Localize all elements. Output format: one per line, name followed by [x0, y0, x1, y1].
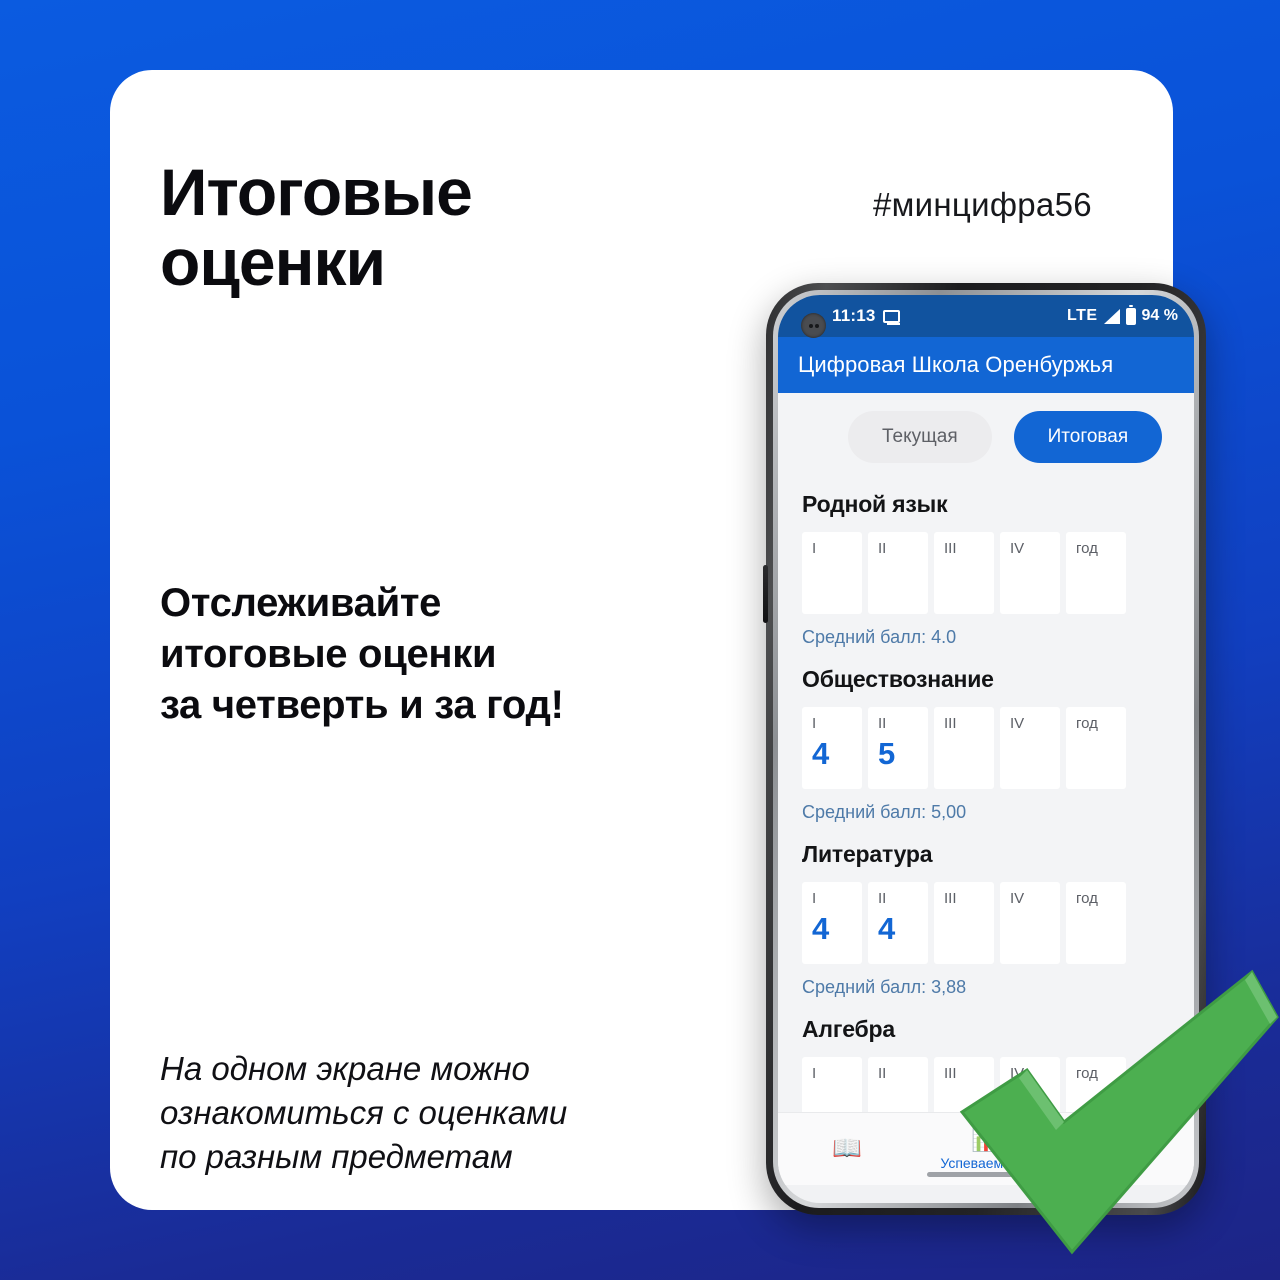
nav-item-profile[interactable]: 👤 [1055, 1137, 1194, 1161]
grade-row: I II III IV год [802, 532, 1194, 614]
average-score-label: Средний балл: 3,88 [802, 977, 967, 997]
grade-cell[interactable]: IV [1000, 882, 1060, 964]
grade-period-label: II [878, 1065, 887, 1082]
footnote-caption: На одном экране можно ознакомиться с оце… [160, 1050, 568, 1175]
signal-bars-icon [1103, 308, 1120, 324]
person-icon: 👤 [1109, 1135, 1140, 1162]
chart-icon: 📊 [971, 1125, 1001, 1153]
grade-value: 4 [812, 736, 830, 771]
grade-row: I 4 II 4 III IV год [802, 882, 1194, 964]
grade-period-label: IV [1010, 1065, 1025, 1082]
grade-cell[interactable]: III [934, 707, 994, 789]
grade-period-label: IV [1010, 890, 1025, 907]
status-time: 11:13 [832, 306, 876, 325]
grade-row: I 4 II 5 III IV год [802, 707, 1194, 789]
grade-period-label: год [1076, 890, 1098, 907]
nav-item-performance[interactable]: 📊 Успеваемость [917, 1125, 1056, 1171]
grade-cell[interactable]: I [802, 532, 862, 614]
grade-period-label: III [944, 890, 957, 907]
grade-cell[interactable]: II [868, 532, 928, 614]
phone-side-button[interactable] [763, 565, 768, 623]
average-score-label: Средний балл: 5,00 [802, 802, 967, 822]
battery-icon [1125, 304, 1136, 325]
grade-mode-tabs: Текущая Итоговая [778, 393, 1194, 473]
grade-cell[interactable]: IV [1000, 707, 1060, 789]
subject-name: Литература [802, 841, 933, 867]
grade-period-label: II [878, 890, 887, 907]
tab-current[interactable]: Текущая [848, 411, 992, 463]
grade-cell[interactable]: IV [1000, 532, 1060, 614]
body-copy: Отслеживайте итоговые оценки за четверть… [160, 581, 564, 727]
grade-period-label: III [944, 1065, 957, 1082]
grade-period-label: II [878, 540, 887, 557]
battery-percent-label: 94 % [1141, 307, 1178, 324]
grade-period-label: II [878, 715, 887, 732]
subject-name: Алгебра [802, 1016, 895, 1042]
book-icon: 📖 [832, 1135, 863, 1162]
grade-cell[interactable]: II 5 [868, 707, 928, 789]
network-type-label: LTE [1067, 307, 1098, 324]
phone-screen: 11:13 LTE 94 % Цифровая Школа Оренбуржья… [778, 295, 1194, 1203]
grade-period-label: I [812, 890, 817, 907]
average-score-label: Средний балл: 4.0 [802, 627, 957, 647]
grade-cell[interactable]: III [934, 882, 994, 964]
grade-cell[interactable]: II 4 [868, 882, 928, 964]
subject-block: Литература I 4 II 4 III IV год Средний б… [778, 841, 1194, 998]
status-bar: 11:13 LTE 94 % [778, 295, 1194, 338]
subject-block: Родной язык I II III IV год Средний балл… [778, 491, 1194, 648]
subject-name: Обществознание [802, 666, 994, 692]
grade-period-label: IV [1010, 715, 1025, 732]
front-camera-icon [801, 313, 826, 338]
home-indicator[interactable] [927, 1172, 1045, 1177]
hashtag-label: #минцифра56 [873, 186, 1092, 223]
app-content[interactable]: Текущая Итоговая Родной язык I II III IV… [778, 393, 1194, 1185]
grade-period-label: III [944, 540, 957, 557]
app-bar-title: Цифровая Школа Оренбуржья [798, 352, 1114, 377]
grade-cell[interactable]: III [934, 532, 994, 614]
poster-canvas: Итоговые оценки #минцифра56 Отслеживайте… [0, 0, 1280, 1280]
screen-cast-icon [882, 309, 900, 325]
grade-period-label: год [1076, 1065, 1098, 1082]
grade-period-label: I [812, 1065, 817, 1082]
grade-cell-year[interactable]: год [1066, 882, 1126, 964]
status-bar-right: LTE 94 % [1067, 304, 1178, 325]
grade-value: 4 [878, 911, 896, 946]
nav-item-diary[interactable]: 📖 [778, 1137, 917, 1161]
nav-item-label: Успеваемость [940, 1154, 1032, 1171]
grade-cell[interactable]: I 4 [802, 707, 862, 789]
grade-period-label: III [944, 715, 957, 732]
page-title: Итоговые оценки [160, 155, 473, 299]
app-bar: Цифровая Школа Оренбуржья [778, 337, 1194, 393]
subject-block: Обществознание I 4 II 5 III IV год Средн… [778, 666, 1194, 823]
grade-period-label: IV [1010, 540, 1025, 557]
subject-name: Родной язык [802, 491, 948, 517]
grade-period-label: год [1076, 540, 1098, 557]
phone-mockup: 11:13 LTE 94 % Цифровая Школа Оренбуржья… [763, 283, 1206, 1215]
grade-period-label: I [812, 540, 817, 557]
grade-cell-year[interactable]: год [1066, 532, 1126, 614]
grade-value: 4 [812, 911, 830, 946]
tab-final[interactable]: Итоговая [1013, 411, 1163, 463]
grade-period-label: I [812, 715, 817, 732]
grade-period-label: год [1076, 715, 1098, 732]
grade-cell[interactable]: I 4 [802, 882, 862, 964]
grade-value: 5 [878, 736, 896, 771]
status-bar-left: 11:13 [832, 306, 900, 326]
grade-cell-year[interactable]: год [1066, 707, 1126, 789]
